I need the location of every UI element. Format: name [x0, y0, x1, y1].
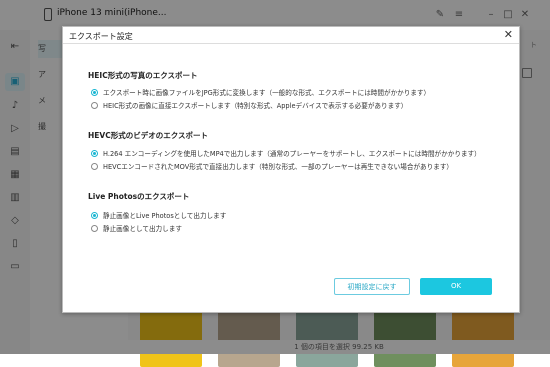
reset-defaults-button[interactable]: 初期設定に戻す — [334, 278, 410, 295]
option-label: H.264 エンコーディングを使用したMP4で出力します（通常のプレーヤーをサポ… — [103, 150, 481, 158]
option-label: 静止画像として出力します — [103, 225, 182, 233]
section-title-heic: HEIC形式の写真のエクスポート — [88, 71, 198, 80]
radio-button[interactable] — [91, 211, 98, 219]
radio-button[interactable] — [91, 101, 98, 109]
export-settings-dialog: エクスポート設定 ✕ HEIC形式の写真のエクスポート エクスポート時に画像ファ… — [62, 26, 520, 313]
option-label: HEIC形式の画像に直接エクスポートします（特別な形式、Appleデバイスで表示… — [103, 102, 408, 110]
radio-button[interactable] — [91, 162, 98, 170]
close-icon[interactable]: ✕ — [504, 28, 513, 41]
option-label: エクスポート時に画像ファイルをJPG形式に変換します（一般的な形式、エクスポート… — [103, 89, 431, 97]
divider — [63, 43, 519, 44]
option-still-only[interactable]: 静止画像として出力します — [91, 223, 182, 233]
option-label: HEVCエンコードされたMOV形式で直接出力します（特別な形式、一部のプレーヤー… — [103, 163, 454, 171]
option-heic-direct[interactable]: HEIC形式の画像に直接エクスポートします（特別な形式、Appleデバイスで表示… — [91, 100, 407, 110]
option-hevc-mp4[interactable]: H.264 エンコーディングを使用したMP4で出力します（通常のプレーヤーをサポ… — [91, 148, 481, 158]
ok-button[interactable]: OK — [420, 278, 492, 295]
radio-button[interactable] — [91, 224, 98, 232]
section-title-hevc: HEVC形式のビデオのエクスポート — [88, 131, 208, 140]
option-hevc-mov[interactable]: HEVCエンコードされたMOV形式で直接出力します（特別な形式、一部のプレーヤー… — [91, 161, 453, 171]
dialog-title: エクスポート設定 — [69, 32, 133, 41]
option-label: 静止画像とLive Photosとして出力します — [103, 212, 227, 220]
radio-button[interactable] — [91, 88, 98, 96]
section-title-livephotos: Live Photosのエクスポート — [88, 192, 190, 201]
option-live-still[interactable]: 静止画像とLive Photosとして出力します — [91, 210, 226, 220]
option-heic-jpg[interactable]: エクスポート時に画像ファイルをJPG形式に変換します（一般的な形式、エクスポート… — [91, 87, 430, 97]
radio-button[interactable] — [91, 149, 98, 157]
